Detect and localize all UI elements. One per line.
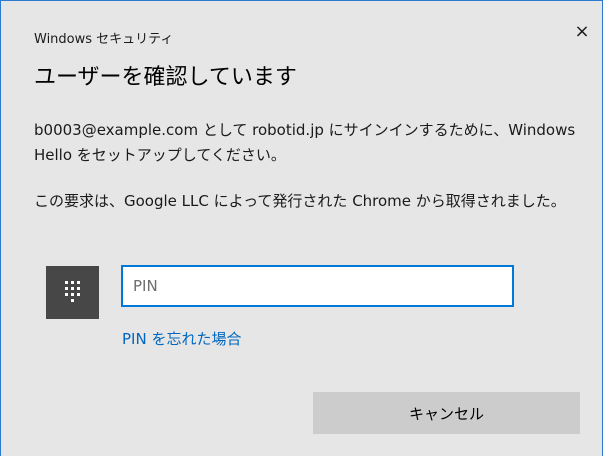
cancel-button[interactable]: キャンセル [313,392,580,434]
request-origin-message: この要求は、Google LLC によって発行された Chrome から取得され… [34,192,566,210]
pin-input[interactable] [121,265,514,307]
window-title: Windows セキュリティ [34,32,174,47]
forgot-pin-link[interactable]: PIN を忘れた場合 [122,328,241,349]
keypad-icon [46,266,99,319]
windows-security-dialog: Windows セキュリティ × ユーザーを確認しています b0003@exam… [0,0,603,456]
setup-message: b0003@example.com として robotid.jp にサインインす… [34,121,576,164]
close-icon[interactable]: × [571,21,593,43]
keypad-glyph [65,281,80,302]
dialog-heading: ユーザーを確認しています [34,65,297,90]
